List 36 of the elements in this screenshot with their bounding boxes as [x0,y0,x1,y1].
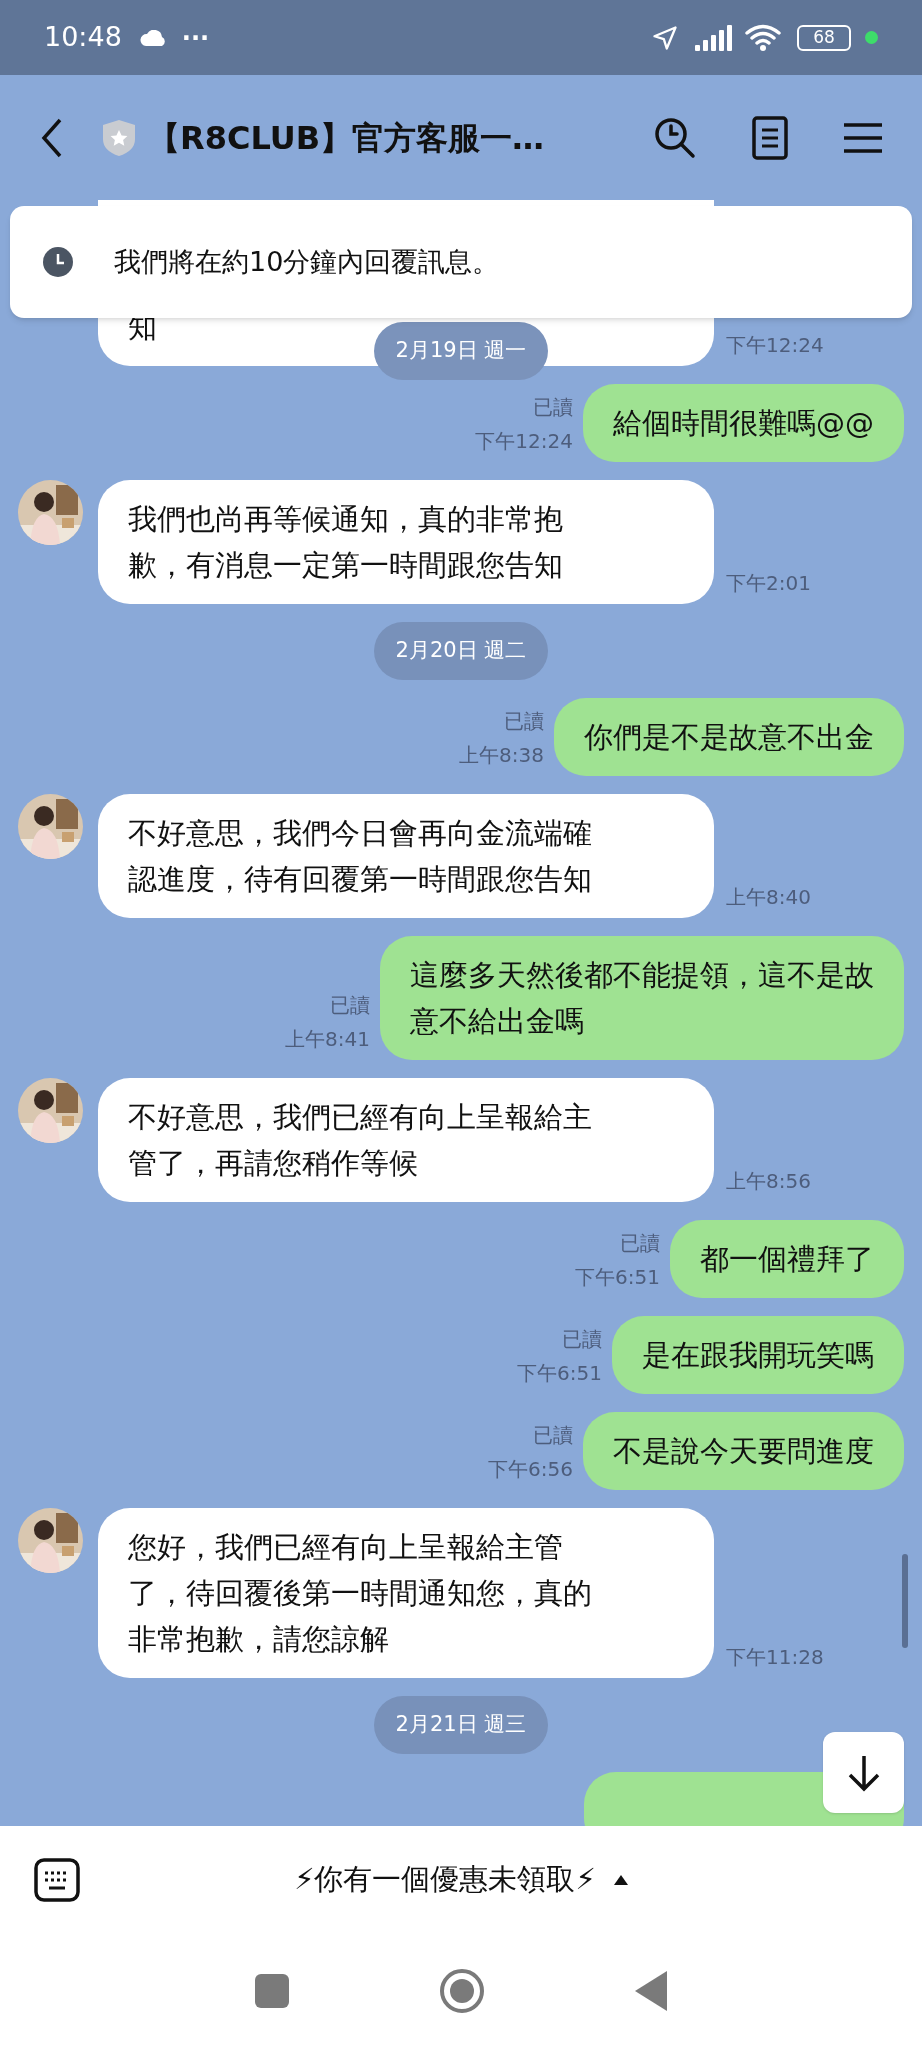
more-notifications: ··· [181,22,210,54]
message-bubble: 這麼多天然後都不能提領，這不是故 意不給出金嗎 [380,936,904,1060]
timestamp: 下午6:51 [575,1264,660,1291]
read-receipt: 已讀 [504,708,544,735]
clock: 10:48 [44,20,122,55]
timestamp: 下午11:28 [726,1644,824,1671]
chat-title: 【R8CLUB】官方客服一… [148,117,544,159]
message-bubble: 您好，我們已經有向上呈報給主管 了，待回覆後第一時間通知您，真的 非常抱歉，請您諒解 [98,1508,714,1678]
date-divider: 2月19日 週一 [373,322,549,380]
timestamp: 下午12:24 [726,332,824,359]
battery-indicator: 68 [797,24,851,51]
date-divider: 2月20日 週二 [373,622,549,680]
timestamp: 上午8:38 [459,742,544,769]
message-bubble: 不好意思，我們今日會再向金流端確 認進度，待有回覆第一時間跟您告知 [98,794,714,918]
timestamp: 下午12:24 [475,428,573,455]
read-receipt: 已讀 [330,992,370,1019]
read-receipt: 已讀 [533,1422,573,1449]
message-bubble: 不好意思，我們已經有向上呈報給主 管了，再請您稍作等候 [98,1078,714,1202]
timestamp: 下午2:01 [726,570,811,597]
timestamp: 下午6:51 [517,1360,602,1387]
message-bubble: 是在跟我開玩笑嗎 [612,1316,904,1394]
date-divider: 2月21日 週三 [373,1696,549,1754]
message-bubble: 你們是不是故意不出金 [554,698,904,776]
message-bubble: 我們也尚再等候通知，真的非常抱 歉，有消息一定第一時間跟您告知 [98,480,714,604]
message-bubble: 不是說今天要問進度 [583,1412,904,1490]
timestamp: 上午8:41 [285,1026,370,1053]
promo-menu-button[interactable]: ⚡你有一個優惠未領取⚡ [294,1857,628,1902]
timestamp: 下午6:56 [488,1456,573,1483]
message-bubble: 都一個禮拜了 [670,1220,904,1298]
reply-time-notice: 我們將在約10分鐘內回覆訊息。 [114,244,500,279]
timestamp: 上午8:56 [726,1168,811,1195]
read-receipt: 已讀 [533,394,573,421]
read-receipt: 已讀 [620,1230,660,1257]
message-bubble: 給個時間很難嗎@@ [583,384,904,462]
read-receipt: 已讀 [562,1326,602,1353]
timestamp: 上午8:40 [726,884,811,911]
